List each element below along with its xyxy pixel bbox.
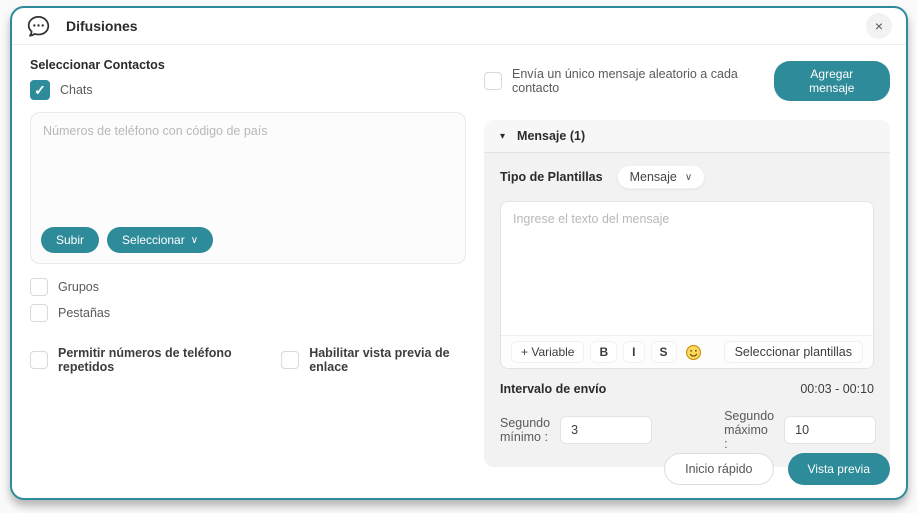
- random-message-label: Envía un único mensaje aleatorio a cada …: [512, 67, 774, 95]
- interval-row: Intervalo de envío 00:03 - 00:10: [500, 382, 874, 396]
- template-type-select[interactable]: Mensaje ∨: [617, 165, 706, 189]
- phone-actions: Subir Seleccionar ∨: [31, 227, 465, 263]
- dialog-footer: Inicio rápido Vista previa: [664, 453, 890, 485]
- max-seconds-label: Segundo máximo :: [724, 409, 774, 451]
- message-panel: ▾ Mensaje (1) Tipo de Plantillas Mensaje…: [484, 120, 890, 467]
- dialog-content: Seleccionar Contactos ✓ Chats Subir Sele…: [12, 45, 906, 467]
- seconds-row: Segundo mínimo : Segundo máximo :: [500, 409, 874, 451]
- message-panel-header[interactable]: ▾ Mensaje (1): [484, 120, 890, 153]
- emoji-picker-button[interactable]: [683, 344, 704, 361]
- dialog-title: Difusiones: [66, 18, 138, 34]
- upload-button-label: Subir: [56, 233, 84, 247]
- difusiones-dialog: Difusiones × Seleccionar Contactos ✓ Cha…: [10, 6, 908, 500]
- chevron-down-icon: ∨: [191, 235, 198, 246]
- message-editor: + Variable B I S: [500, 201, 874, 369]
- groups-checkbox[interactable]: [30, 278, 48, 296]
- collapse-triangle-icon: ▾: [500, 131, 505, 142]
- smiley-icon: [685, 344, 702, 361]
- chats-checkbox-label: Chats: [60, 83, 93, 97]
- template-type-row: Tipo de Plantillas Mensaje ∨: [500, 165, 874, 189]
- options-row: Permitir números de teléfono repetidos H…: [30, 346, 466, 374]
- bold-button[interactable]: B: [590, 341, 617, 363]
- interval-label: Intervalo de envío: [500, 382, 606, 396]
- groups-checkbox-row[interactable]: Grupos: [30, 278, 466, 296]
- message-column: Envía un único mensaje aleatorio a cada …: [484, 58, 890, 467]
- select-contacts-label: Seleccionar Contactos: [30, 58, 466, 72]
- phone-numbers-input[interactable]: [31, 113, 465, 227]
- link-preview-label: Habilitar vista previa de enlace: [309, 346, 466, 374]
- random-message-row: Envía un único mensaje aleatorio a cada …: [484, 61, 890, 101]
- preview-button[interactable]: Vista previa: [788, 453, 890, 485]
- select-button-label: Seleccionar: [122, 233, 185, 247]
- interval-value: 00:03 - 00:10: [800, 382, 874, 396]
- message-panel-body: Tipo de Plantillas Mensaje ∨ + Variable …: [484, 153, 890, 467]
- max-seconds-input[interactable]: [784, 416, 876, 444]
- groups-checkbox-label: Grupos: [58, 280, 99, 294]
- allow-repeated-row[interactable]: Permitir números de teléfono repetidos: [30, 346, 259, 374]
- tabs-checkbox-label: Pestañas: [58, 306, 110, 320]
- close-icon[interactable]: ×: [866, 13, 892, 39]
- chats-checkbox-row[interactable]: ✓ Chats: [30, 80, 466, 100]
- allow-repeated-checkbox[interactable]: [30, 351, 48, 369]
- message-text-input[interactable]: [501, 202, 873, 335]
- random-message-checkbox[interactable]: [484, 72, 502, 90]
- link-preview-checkbox[interactable]: [281, 351, 299, 369]
- message-panel-title: Mensaje (1): [517, 129, 585, 143]
- min-seconds-input[interactable]: [560, 416, 652, 444]
- allow-repeated-label: Permitir números de teléfono repetidos: [58, 346, 259, 374]
- tabs-checkbox[interactable]: [30, 304, 48, 322]
- strikethrough-button[interactable]: S: [651, 341, 677, 363]
- min-seconds-label: Segundo mínimo :: [500, 416, 550, 444]
- add-message-button-label: Agregar mensaje: [789, 67, 875, 95]
- link-preview-row[interactable]: Habilitar vista previa de enlace: [281, 346, 466, 374]
- select-templates-button[interactable]: Seleccionar plantillas: [724, 341, 863, 363]
- tabs-checkbox-row[interactable]: Pestañas: [30, 304, 466, 322]
- message-toolbar: + Variable B I S: [501, 335, 873, 368]
- upload-button[interactable]: Subir: [41, 227, 99, 253]
- add-message-button[interactable]: Agregar mensaje: [774, 61, 890, 101]
- italic-button[interactable]: I: [623, 341, 644, 363]
- chats-checkbox[interactable]: ✓: [30, 80, 50, 100]
- contacts-column: Seleccionar Contactos ✓ Chats Subir Sele…: [30, 58, 466, 467]
- dialog-header: Difusiones ×: [12, 8, 906, 45]
- chat-bubble-icon: [26, 14, 51, 39]
- template-type-value: Mensaje: [630, 170, 677, 184]
- select-dropdown-button[interactable]: Seleccionar ∨: [107, 227, 213, 253]
- phone-numbers-box: Subir Seleccionar ∨: [30, 112, 466, 264]
- template-type-label: Tipo de Plantillas: [500, 170, 603, 184]
- quick-start-button[interactable]: Inicio rápido: [664, 453, 773, 485]
- check-icon: ✓: [34, 83, 46, 97]
- chevron-down-icon: ∨: [685, 172, 692, 183]
- add-variable-button[interactable]: + Variable: [511, 341, 584, 363]
